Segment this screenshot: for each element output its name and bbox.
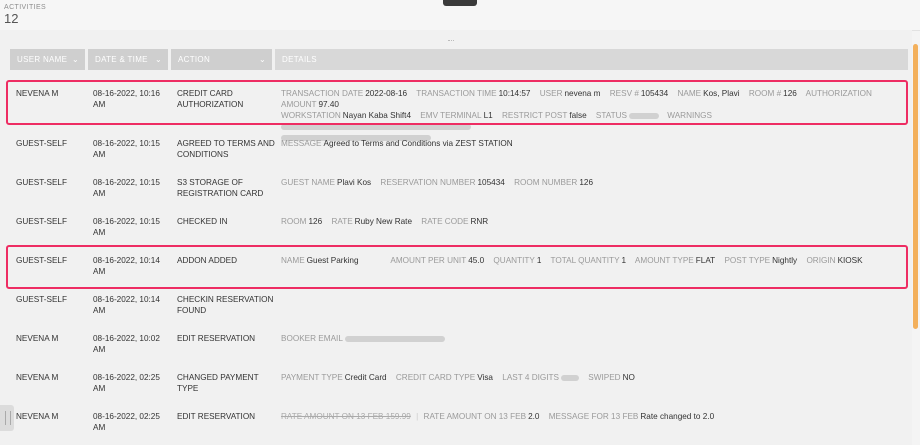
row-details: PAYMENT TYPE Credit Card CREDIT CARD TYPE… — [281, 373, 635, 382]
row-action: CHANGED PAYMENT TYPE — [177, 373, 259, 393]
table-row[interactable]: NEVENA M 08-16-2022, 10:02 AM EDIT RESERV… — [10, 333, 908, 357]
divider: | — [416, 412, 419, 421]
resize-grip[interactable] — [448, 40, 454, 43]
column-header-label: ACTION — [178, 55, 211, 64]
row-action: S3 STORAGE OF REGISTRATION CARD — [177, 178, 264, 198]
row-details: BOOKER EMAIL — [281, 333, 891, 344]
row-user: GUEST-SELF — [16, 178, 67, 187]
activities-count: 12 — [4, 11, 19, 26]
column-header-action[interactable]: ACTION ⌄ — [171, 49, 272, 70]
column-header-user-name[interactable]: USER NAME ⌄ — [10, 49, 85, 70]
table-row[interactable]: GUEST-SELF 08-16-2022, 10:15 AM CHECKED I… — [10, 216, 908, 240]
row-action: AGREED TO TERMS AND CONDITIONS — [177, 139, 275, 159]
row-action: EDIT RESERVATION — [177, 412, 256, 421]
drawer-tab[interactable] — [443, 0, 477, 6]
row-details: MESSAGE Agreed to Terms and Conditions vi… — [281, 139, 513, 148]
table-row[interactable]: GUEST-SELF 08-16-2022, 10:15 AM AGREED TO… — [10, 138, 908, 162]
row-date: 08-16-2022, 02:25 AM — [93, 412, 160, 432]
row-date: 08-16-2022, 10:14 AM — [93, 295, 160, 315]
chevron-down-icon: ⌄ — [71, 55, 79, 64]
column-header-label: DATE & TIME — [95, 55, 148, 64]
column-header-label: USER NAME — [17, 55, 68, 64]
row-user: GUEST-SELF — [16, 139, 67, 148]
redacted-value — [344, 335, 445, 342]
column-header-details: DETAILS — [275, 49, 908, 70]
highlight-box — [6, 245, 908, 289]
row-date: 08-16-2022, 10:15 AM — [93, 139, 160, 159]
row-date: 08-16-2022, 10:15 AM — [93, 217, 160, 237]
row-action: EDIT RESERVATION — [177, 334, 256, 343]
row-user: GUEST-SELF — [16, 295, 67, 304]
row-details: ROOM 126 RATE Ruby New Rate RATE CODE RNR — [281, 217, 489, 226]
activities-label: ACTIVITIES — [4, 4, 47, 11]
row-user: GUEST-SELF — [16, 217, 67, 226]
row-details: GUEST NAME Plavi Kos RESERVATION NUMBER 10… — [281, 178, 594, 187]
side-drawer-handle[interactable] — [0, 405, 14, 431]
row-action: CHECKED IN — [177, 217, 228, 226]
chevron-down-icon: ⌄ — [258, 55, 266, 64]
table-row[interactable]: NEVENA M 08-16-2022, 02:25 AM CHANGED PAY… — [10, 372, 908, 396]
row-user: NEVENA M — [16, 373, 59, 382]
table-row[interactable]: NEVENA M 08-16-2022, 02:25 AM EDIT RESERV… — [10, 411, 908, 435]
previous-rate-value: RATE AMOUNT ON 13 FEB 159.99 — [281, 412, 411, 421]
vertical-scrollbar[interactable] — [913, 44, 918, 329]
row-user: NEVENA M — [16, 334, 59, 343]
row-date: 08-16-2022, 10:02 AM — [93, 334, 160, 354]
redacted-value — [561, 374, 579, 381]
row-date: 08-16-2022, 10:15 AM — [93, 178, 160, 198]
table-row[interactable]: GUEST-SELF 08-16-2022, 10:15 AM S3 STORAG… — [10, 177, 908, 201]
grip-icon — [5, 411, 11, 425]
row-date: 08-16-2022, 02:25 AM — [93, 373, 160, 393]
column-header-label: DETAILS — [282, 55, 317, 64]
table-row[interactable]: GUEST-SELF 08-16-2022, 10:14 AM CHECKIN R… — [10, 294, 908, 318]
row-action: CHECKIN RESERVATION FOUND — [177, 295, 274, 315]
row-details: RATE AMOUNT ON 13 FEB 159.99 | RATE AMOU… — [281, 412, 715, 421]
highlight-box — [6, 80, 908, 125]
column-header-date-time[interactable]: DATE & TIME ⌄ — [88, 49, 168, 70]
chevron-down-icon: ⌄ — [154, 55, 162, 64]
row-user: NEVENA M — [16, 412, 59, 421]
